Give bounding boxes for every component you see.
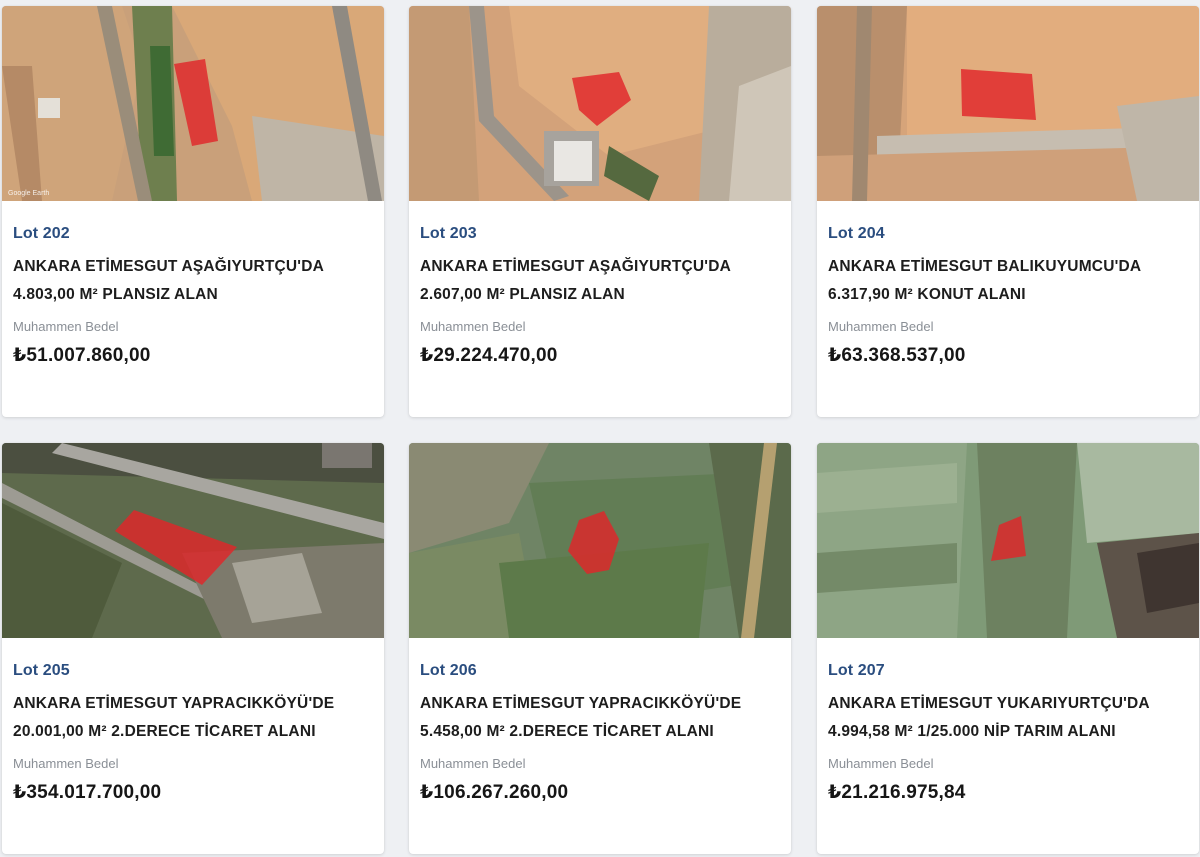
satellite-map-image[interactable]: [409, 6, 791, 201]
lot-card[interactable]: Lot 204 ANKARA ETİMESGUT BALIKUYUMCU'DA …: [817, 6, 1199, 417]
lot-title-line2: 6.317,90 M² KONUT ALANI: [828, 286, 1026, 303]
lot-title-line2: 4.994,58 M² 1/25.000 NİP TARIM ALANI: [828, 723, 1116, 740]
lot-grid: Google Earth Lot 202 ANKARA ETİMESGUT AŞ…: [0, 0, 1200, 857]
lot-number: Lot 205: [13, 662, 70, 679]
lot-title-line2: 2.607,00 M² PLANSIZ ALAN: [420, 286, 625, 303]
estimated-value-label: Muhammen Bedel: [420, 756, 526, 771]
lot-title-line1: ANKARA ETİMESGUT YUKARIYURTÇU'DA: [828, 695, 1150, 712]
lot-title-line2: 4.803,00 M² PLANSIZ ALAN: [13, 286, 218, 303]
estimated-value-label: Muhammen Bedel: [13, 756, 119, 771]
map-attribution: Google Earth: [8, 190, 50, 197]
estimated-value-label: Muhammen Bedel: [13, 319, 119, 334]
lot-title-line1: ANKARA ETİMESGUT AŞAĞIYURTÇU'DA: [420, 258, 731, 275]
satellite-map-image[interactable]: [409, 443, 791, 638]
lot-number: Lot 206: [420, 662, 477, 679]
lot-card[interactable]: Lot 205 ANKARA ETİMESGUT YAPRACIKKÖYÜ'DE…: [2, 443, 384, 854]
lot-card[interactable]: Lot 203 ANKARA ETİMESGUT AŞAĞIYURTÇU'DA …: [409, 6, 791, 417]
estimated-value-label: Muhammen Bedel: [828, 319, 934, 334]
satellite-map-image[interactable]: Google Earth: [2, 6, 384, 201]
satellite-map-image[interactable]: [817, 6, 1199, 201]
estimated-value-price: ₺354.017.700,00: [13, 782, 162, 803]
lot-card[interactable]: Google Earth Lot 202 ANKARA ETİMESGUT AŞ…: [2, 6, 384, 417]
satellite-map-image[interactable]: [2, 443, 384, 638]
lot-number: Lot 203: [420, 225, 477, 242]
estimated-value-price: ₺106.267.260,00: [420, 782, 569, 803]
estimated-value-label: Muhammen Bedel: [420, 319, 526, 334]
estimated-value-price: ₺29.224.470,00: [420, 345, 558, 366]
lot-title-line1: ANKARA ETİMESGUT BALIKUYUMCU'DA: [828, 258, 1142, 275]
estimated-value-label: Muhammen Bedel: [828, 756, 934, 771]
lot-title-line1: ANKARA ETİMESGUT YAPRACIKKÖYÜ'DE: [13, 695, 335, 712]
lot-title-line1: ANKARA ETİMESGUT YAPRACIKKÖYÜ'DE: [420, 695, 742, 712]
estimated-value-price: ₺51.007.860,00: [13, 345, 151, 366]
estimated-value-price: ₺63.368.537,00: [828, 345, 966, 366]
lot-number: Lot 204: [828, 225, 885, 242]
lot-title-line2: 20.001,00 M² 2.DERECE TİCARET ALANI: [13, 723, 316, 740]
satellite-map-image[interactable]: [817, 443, 1199, 638]
lot-number: Lot 202: [13, 225, 70, 242]
estimated-value-price: ₺21.216.975,84: [828, 782, 966, 803]
lot-card[interactable]: Lot 206 ANKARA ETİMESGUT YAPRACIKKÖYÜ'DE…: [409, 443, 791, 854]
lot-title-line1: ANKARA ETİMESGUT AŞAĞIYURTÇU'DA: [13, 258, 324, 275]
lot-number: Lot 207: [828, 662, 885, 679]
lot-card[interactable]: Lot 207 ANKARA ETİMESGUT YUKARIYURTÇU'DA…: [817, 443, 1199, 854]
lot-title-line2: 5.458,00 M² 2.DERECE TİCARET ALANI: [420, 723, 714, 740]
